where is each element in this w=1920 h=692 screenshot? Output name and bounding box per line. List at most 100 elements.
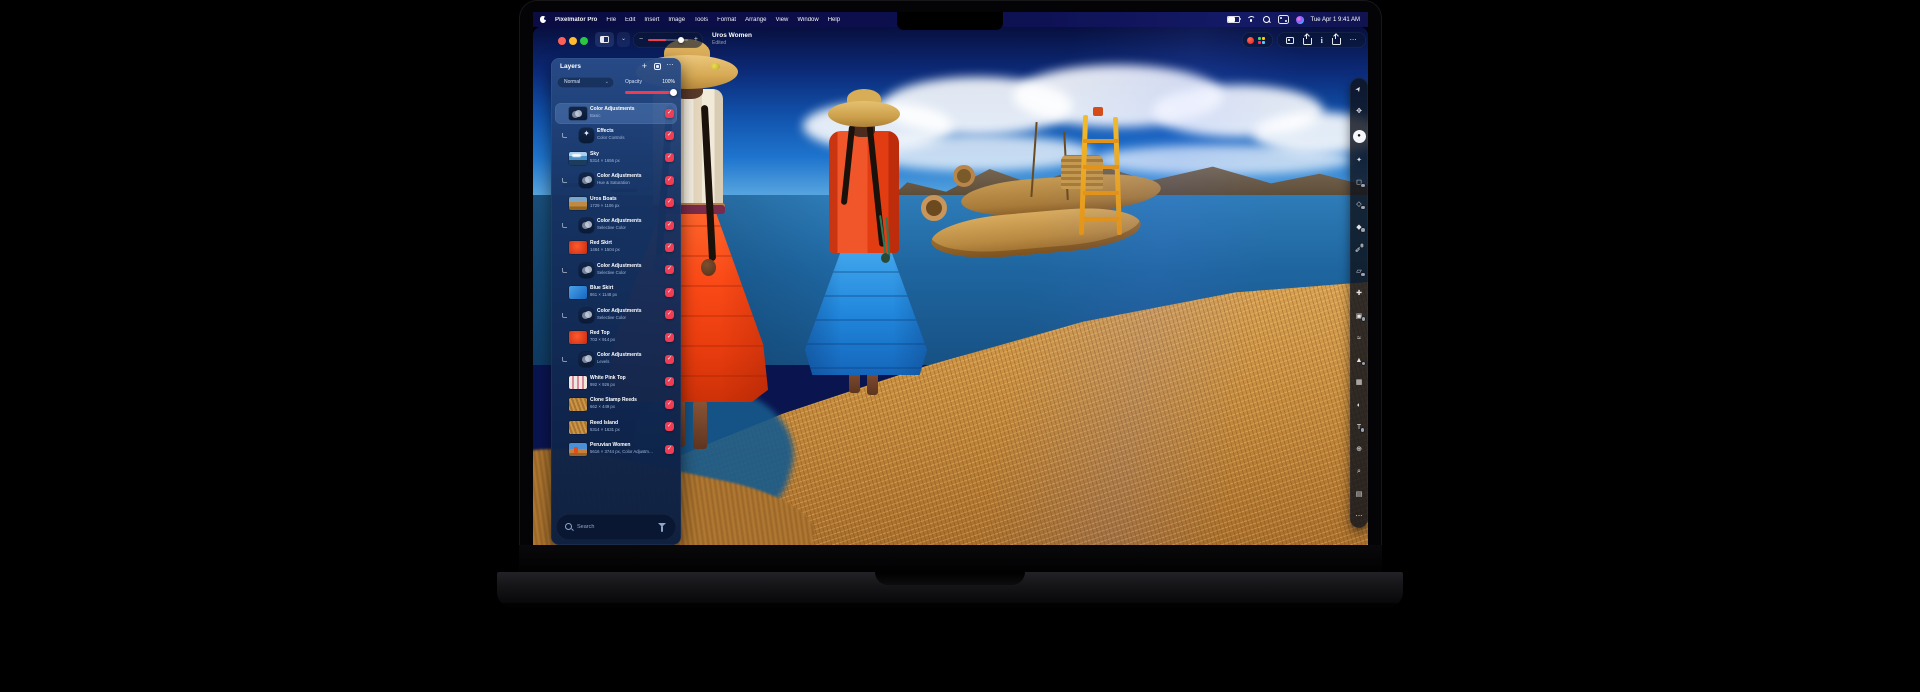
layer-visibility-checkbox[interactable]: ✓	[665, 400, 674, 409]
menu-view[interactable]: View	[775, 17, 788, 23]
layer-row-peruvian-women-15[interactable]: Peruvian Women5616 × 3744 px, Color Adju…	[555, 439, 677, 460]
pen-tool[interactable]: ✎	[1355, 246, 1364, 252]
titlebar-left-icon-group	[1242, 32, 1273, 48]
menu-format[interactable]: Format	[717, 17, 736, 23]
color-adjustments-tool[interactable]: ◐	[1357, 401, 1361, 410]
toggle-sidebar-button[interactable]	[595, 32, 614, 47]
layer-row-red-skirt-6[interactable]: Red Skirt1484 × 1504 px✓	[555, 237, 677, 258]
gradient-tool[interactable]: ▦	[1356, 378, 1363, 387]
fullscreen-button[interactable]	[580, 37, 588, 45]
share-icon[interactable]	[1332, 38, 1341, 45]
layer-display-options-icon[interactable]	[654, 63, 661, 70]
minimize-button[interactable]	[569, 37, 577, 45]
spotlight-search-icon[interactable]	[1263, 16, 1271, 24]
close-button[interactable]	[558, 37, 566, 45]
menu-tools[interactable]: Tools	[694, 17, 708, 23]
canvas-frame-icon[interactable]	[1286, 37, 1294, 44]
layer-row-red-top-10[interactable]: Red Top703 × 914 px✓	[555, 327, 677, 348]
layer-row-color-adjustments-7[interactable]: Color AdjustmentsSelective Color✓	[555, 260, 677, 281]
layer-row-color-adjustments-5[interactable]: Color AdjustmentsSelective Color✓	[555, 215, 677, 236]
layer-row-color-adjustments-3[interactable]: Color AdjustmentsHue & Saturation✓	[555, 170, 677, 191]
layer-row-white-pink-top-12[interactable]: White Pink Top992 × 926 px✓	[555, 372, 677, 393]
color-profile-icon[interactable]	[1247, 37, 1254, 44]
blend-mode-dropdown[interactable]: Normal ⌄	[557, 77, 614, 88]
effects-tool[interactable]: ✦	[1356, 156, 1362, 165]
slice-tool[interactable]: ▤	[1356, 490, 1363, 499]
layer-visibility-checkbox[interactable]: ✓	[665, 288, 674, 297]
apple-logo-icon[interactable]	[540, 16, 546, 23]
layer-visibility-checkbox[interactable]: ✓	[665, 445, 674, 454]
arrange-tool[interactable]: ➤	[1354, 85, 1365, 95]
layer-row-effects-1[interactable]: ✦EffectsColor Controls✓	[555, 125, 677, 146]
layer-visibility-checkbox[interactable]: ✓	[665, 109, 674, 118]
zoom-slider-control[interactable]: − +	[633, 32, 703, 48]
sidebar-chevron-button[interactable]: ⌄	[617, 32, 630, 47]
zoom-out-button[interactable]: −	[639, 36, 643, 44]
transform-tool[interactable]: ✥	[1356, 107, 1362, 116]
wifi-icon[interactable]	[1247, 16, 1256, 23]
menu-file[interactable]: File	[606, 17, 616, 23]
control-center-icon[interactable]	[1278, 15, 1289, 24]
zoom-slider-track[interactable]	[648, 39, 688, 41]
photos-browser-icon[interactable]	[1258, 37, 1265, 44]
filter-icon[interactable]	[658, 523, 666, 527]
menu-bar-clock[interactable]: Tue Apr 1 9:41 AM	[1311, 17, 1360, 23]
zoom-in-button[interactable]: +	[694, 36, 698, 44]
layer-row-sky-2[interactable]: Sky5314 × 1656 px✓	[555, 148, 677, 169]
color-fill-tool[interactable]: ◆	[1356, 223, 1361, 232]
menu-window[interactable]: Window	[797, 17, 818, 23]
export-icon[interactable]	[1303, 38, 1312, 45]
layer-row-color-adjustments-9[interactable]: Color AdjustmentsSelective Color✓	[555, 305, 677, 326]
layer-row-reed-island-14[interactable]: Reed Island5314 × 1631 px✓	[555, 417, 677, 438]
menu-edit[interactable]: Edit	[625, 17, 635, 23]
layers-more-button[interactable]: ⋯	[667, 61, 675, 69]
layer-row-color-adjustments-11[interactable]: Color AdjustmentsLevels✓	[555, 349, 677, 370]
layer-name: Sky	[590, 151, 661, 158]
menu-pixelmator-pro[interactable]: Pixelmator Pro	[555, 17, 597, 23]
siri-icon[interactable]	[1296, 16, 1304, 24]
zoom-slider-knob[interactable]	[678, 37, 684, 43]
layer-visibility-checkbox[interactable]: ✓	[665, 422, 674, 431]
menu-image[interactable]: Image	[668, 17, 685, 23]
layer-visibility-checkbox[interactable]: ✓	[665, 221, 674, 230]
quick-select-tool[interactable]: ◇	[1356, 200, 1361, 209]
opacity-slider[interactable]	[625, 91, 675, 94]
layer-visibility-checkbox[interactable]: ✓	[665, 355, 674, 364]
move-tool[interactable]: ●	[1353, 130, 1366, 143]
eraser-tool[interactable]: ▱	[1356, 267, 1361, 276]
layer-thumbnail	[569, 197, 587, 210]
layer-row-clone-stamp-reeds-13[interactable]: Clone Stamp Reeds662 × 449 px✓	[555, 394, 677, 415]
layer-visibility-checkbox[interactable]: ✓	[665, 243, 674, 252]
menu-help[interactable]: Help	[828, 17, 840, 23]
layer-visibility-checkbox[interactable]: ✓	[665, 377, 674, 386]
battery-icon[interactable]	[1227, 16, 1240, 24]
menu-items: Pixelmator Pro File Edit Insert Image Tools Fo…	[533, 16, 840, 23]
layer-visibility-checkbox[interactable]: ✓	[665, 153, 674, 162]
layers-search-field[interactable]: Search	[556, 514, 676, 540]
layer-visibility-checkbox[interactable]: ✓	[665, 265, 674, 274]
layer-visibility-checkbox[interactable]: ✓	[665, 131, 674, 140]
add-layer-button[interactable]: +	[642, 61, 647, 71]
more-options-icon[interactable]: ⋯	[1350, 36, 1358, 44]
rect-select-tool[interactable]: ◻	[1356, 178, 1362, 187]
layer-visibility-checkbox[interactable]: ✓	[665, 310, 674, 319]
more-tools[interactable]: ⋯	[1356, 512, 1363, 521]
warp-tool[interactable]: ≈	[1357, 334, 1361, 343]
info-icon[interactable]: i	[1321, 36, 1323, 45]
menu-insert[interactable]: Insert	[644, 17, 659, 23]
clone-tool[interactable]: ▣	[1356, 312, 1363, 321]
retouch-tool[interactable]: ✚	[1356, 289, 1362, 298]
layer-detail: Selective Color	[597, 315, 661, 321]
layer-row-color-adjustments-0[interactable]: Color AdjustmentsBasic✓	[555, 103, 677, 124]
layer-visibility-checkbox[interactable]: ✓	[665, 198, 674, 207]
layer-row-blue-skirt-8[interactable]: Blue Skirt861 × 1148 px✓	[555, 282, 677, 303]
layer-row-uros-boats-4[interactable]: Uros Boats1729 × 1106 px✓	[555, 193, 677, 214]
hand-tool[interactable]: ⊕	[1356, 445, 1362, 454]
shapes-tool[interactable]: ▲	[1356, 356, 1363, 365]
text-tool[interactable]: T	[1357, 423, 1361, 432]
opacity-slider-knob[interactable]	[670, 89, 677, 96]
menu-arrange[interactable]: Arrange	[745, 17, 766, 23]
layer-visibility-checkbox[interactable]: ✓	[665, 176, 674, 185]
zoom-tool[interactable]: ⌕	[1357, 467, 1361, 476]
layer-visibility-checkbox[interactable]: ✓	[665, 333, 674, 342]
